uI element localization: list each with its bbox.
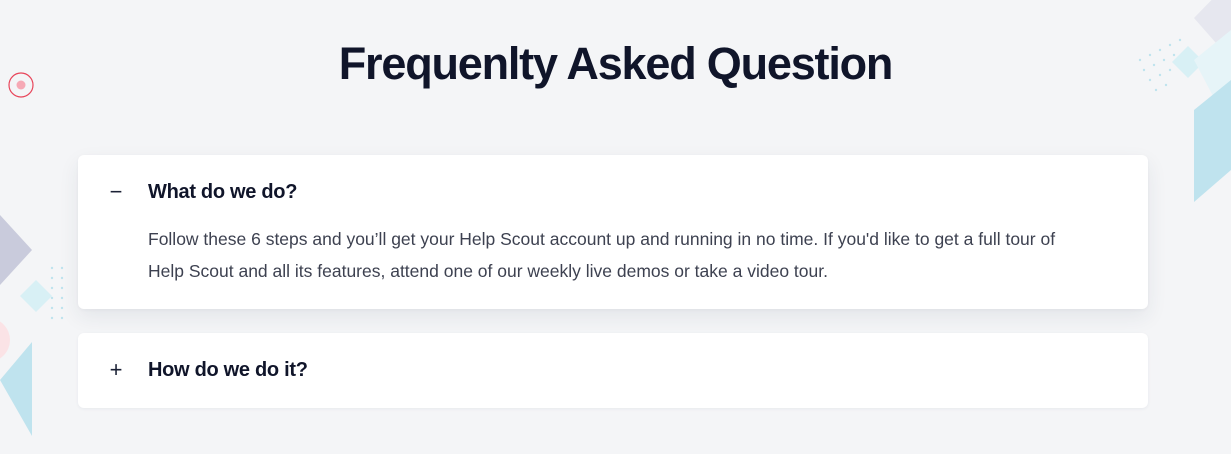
faq-question[interactable]: How do we do it? (148, 357, 308, 383)
left-geometric-decoration (0, 215, 64, 436)
faq-item-what-do-we-do: − What do we do? Follow these 6 steps an… (78, 155, 1148, 309)
faq-section: Frequenlty Asked Question − What do we d… (0, 0, 1231, 454)
faq-question[interactable]: What do we do? (148, 179, 297, 205)
faq-answer: Follow these 6 steps and you’ll get your… (148, 229, 1056, 281)
faq-question-toggle[interactable]: − What do we do? (78, 155, 1148, 229)
page-title: Frequenlty Asked Question (338, 38, 894, 89)
plus-icon[interactable]: + (108, 357, 124, 383)
faq-item-how-do-we-do-it: + How do we do it? (78, 333, 1148, 408)
minus-icon[interactable]: − (108, 179, 124, 205)
faq-question-toggle[interactable]: + How do we do it? (78, 333, 1148, 407)
